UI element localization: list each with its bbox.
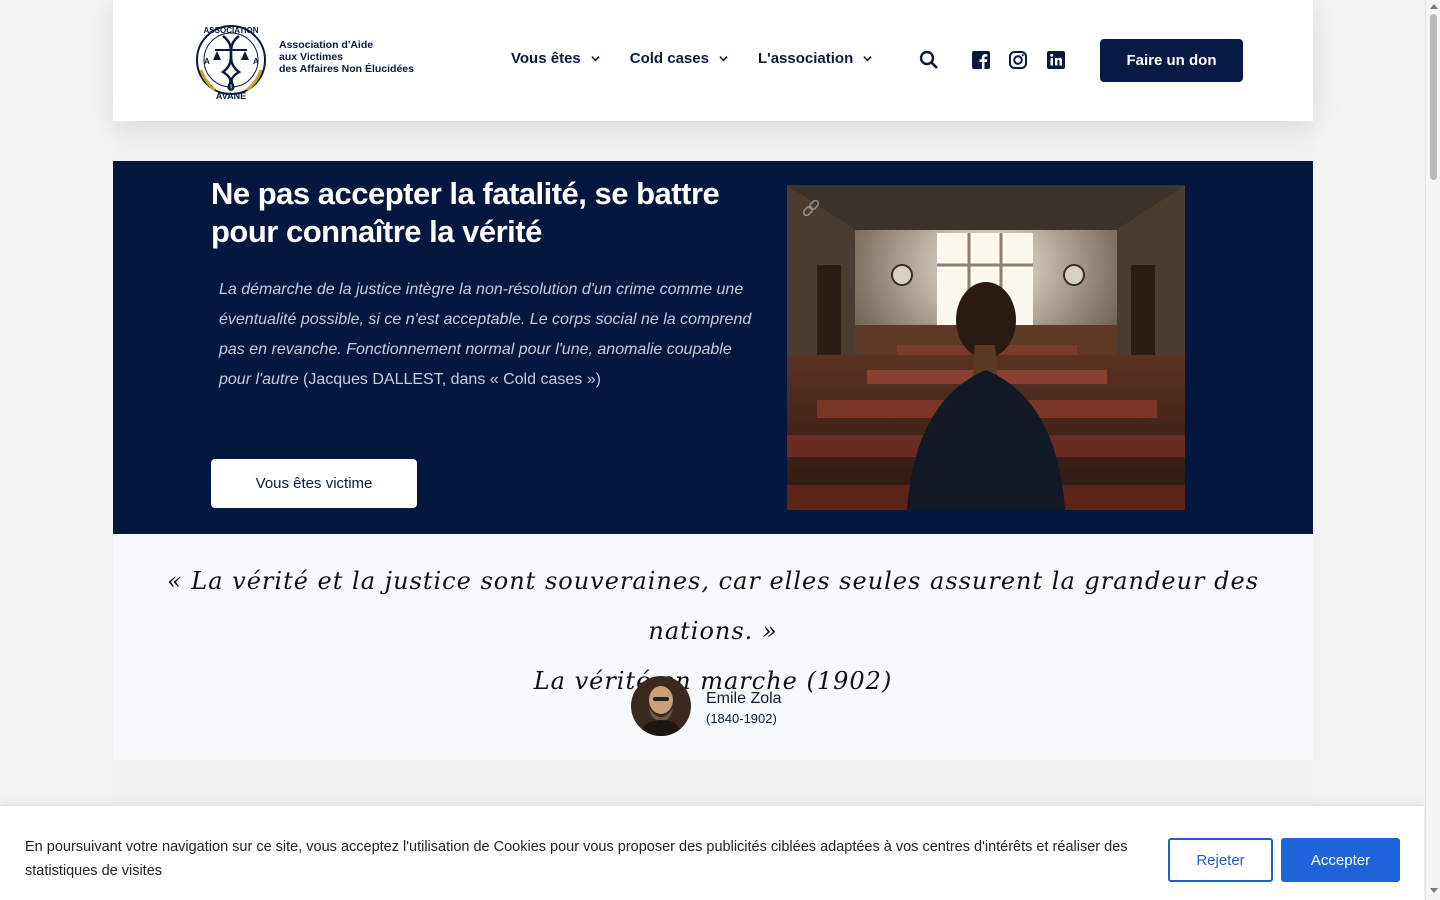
svg-text:AVANE: AVANE bbox=[216, 91, 246, 101]
hero-quote: La démarche de la justice intègre la non… bbox=[219, 275, 759, 395]
scrollbar-thumb[interactable] bbox=[1430, 14, 1437, 180]
nav-item-label: Cold cases bbox=[629, 50, 709, 67]
courtroom-illustration bbox=[787, 185, 1185, 510]
courtroom-image bbox=[787, 185, 1185, 510]
nav-item-cold-cases[interactable]: Cold cases bbox=[630, 50, 728, 67]
site-header: ASSOCIATION AVANE A A Association d'Aide… bbox=[113, 0, 1313, 121]
victim-cta-button[interactable]: Vous êtes victime bbox=[211, 459, 417, 508]
svg-text:A: A bbox=[253, 57, 259, 66]
zola-quote-line: « La vérité et la justice sont souverain… bbox=[166, 567, 1260, 645]
logo-text-line: aux Victimes bbox=[279, 51, 344, 63]
linkedin-icon[interactable] bbox=[1046, 50, 1066, 70]
cookie-banner-text: En poursuivant votre navigation sur ce s… bbox=[25, 839, 1128, 879]
scroll-down-icon[interactable] bbox=[1430, 888, 1438, 893]
svg-text:ASSOCIATION: ASSOCIATION bbox=[204, 26, 259, 35]
donate-button[interactable]: Faire un don bbox=[1100, 39, 1243, 82]
hero-section: Ne pas accepter la fatalité, se battre p… bbox=[113, 161, 1313, 534]
logo-emblem-icon: ASSOCIATION AVANE A A bbox=[196, 25, 266, 101]
hero-title: Ne pas accepter la fatalité, se battre p… bbox=[211, 176, 720, 249]
logo-text-line: des Affaires Non Élucidées bbox=[279, 63, 414, 75]
cookie-banner: En poursuivant votre navigation sur ce s… bbox=[0, 805, 1424, 900]
zola-quote-section: « La vérité et la justice sont souverain… bbox=[113, 534, 1313, 760]
reject-cookies-button[interactable]: Rejeter bbox=[1168, 838, 1273, 882]
hero-quote-source: (Jacques DALLEST, dans « Cold cases ») bbox=[298, 371, 601, 388]
chevron-down-icon bbox=[863, 56, 872, 62]
svg-text:A: A bbox=[204, 57, 210, 66]
facebook-icon[interactable] bbox=[971, 50, 991, 70]
logo-text-line: Association d'Aide bbox=[279, 39, 374, 51]
site-logo[interactable]: ASSOCIATION AVANE A A bbox=[193, 20, 269, 102]
author-portrait bbox=[631, 676, 691, 736]
main-nav: Vous êtes Cold cases L'association bbox=[511, 50, 872, 67]
nav-item-vous-etes[interactable]: Vous êtes bbox=[511, 50, 600, 67]
logo-wordmark[interactable]: Association d'Aide aux Victimes des Affa… bbox=[279, 39, 414, 75]
chevron-down-icon bbox=[591, 56, 600, 62]
nav-item-label: L'association bbox=[757, 50, 854, 67]
author-name: Emile Zola bbox=[706, 690, 782, 707]
author-avatar bbox=[631, 676, 691, 736]
chevron-down-icon bbox=[719, 56, 728, 62]
search-icon[interactable] bbox=[919, 50, 939, 70]
scroll-up-icon[interactable] bbox=[1430, 4, 1438, 9]
zola-quote: « La vérité et la justice sont souverain… bbox=[113, 556, 1313, 706]
nav-item-label: Vous êtes bbox=[511, 50, 581, 67]
accept-cookies-button[interactable]: Accepter bbox=[1281, 838, 1400, 882]
author-years: (1840-1902) bbox=[706, 711, 777, 726]
page-scrollbar[interactable] bbox=[1425, 0, 1440, 900]
instagram-icon[interactable] bbox=[1008, 50, 1028, 70]
nav-item-association[interactable]: L'association bbox=[758, 50, 872, 67]
